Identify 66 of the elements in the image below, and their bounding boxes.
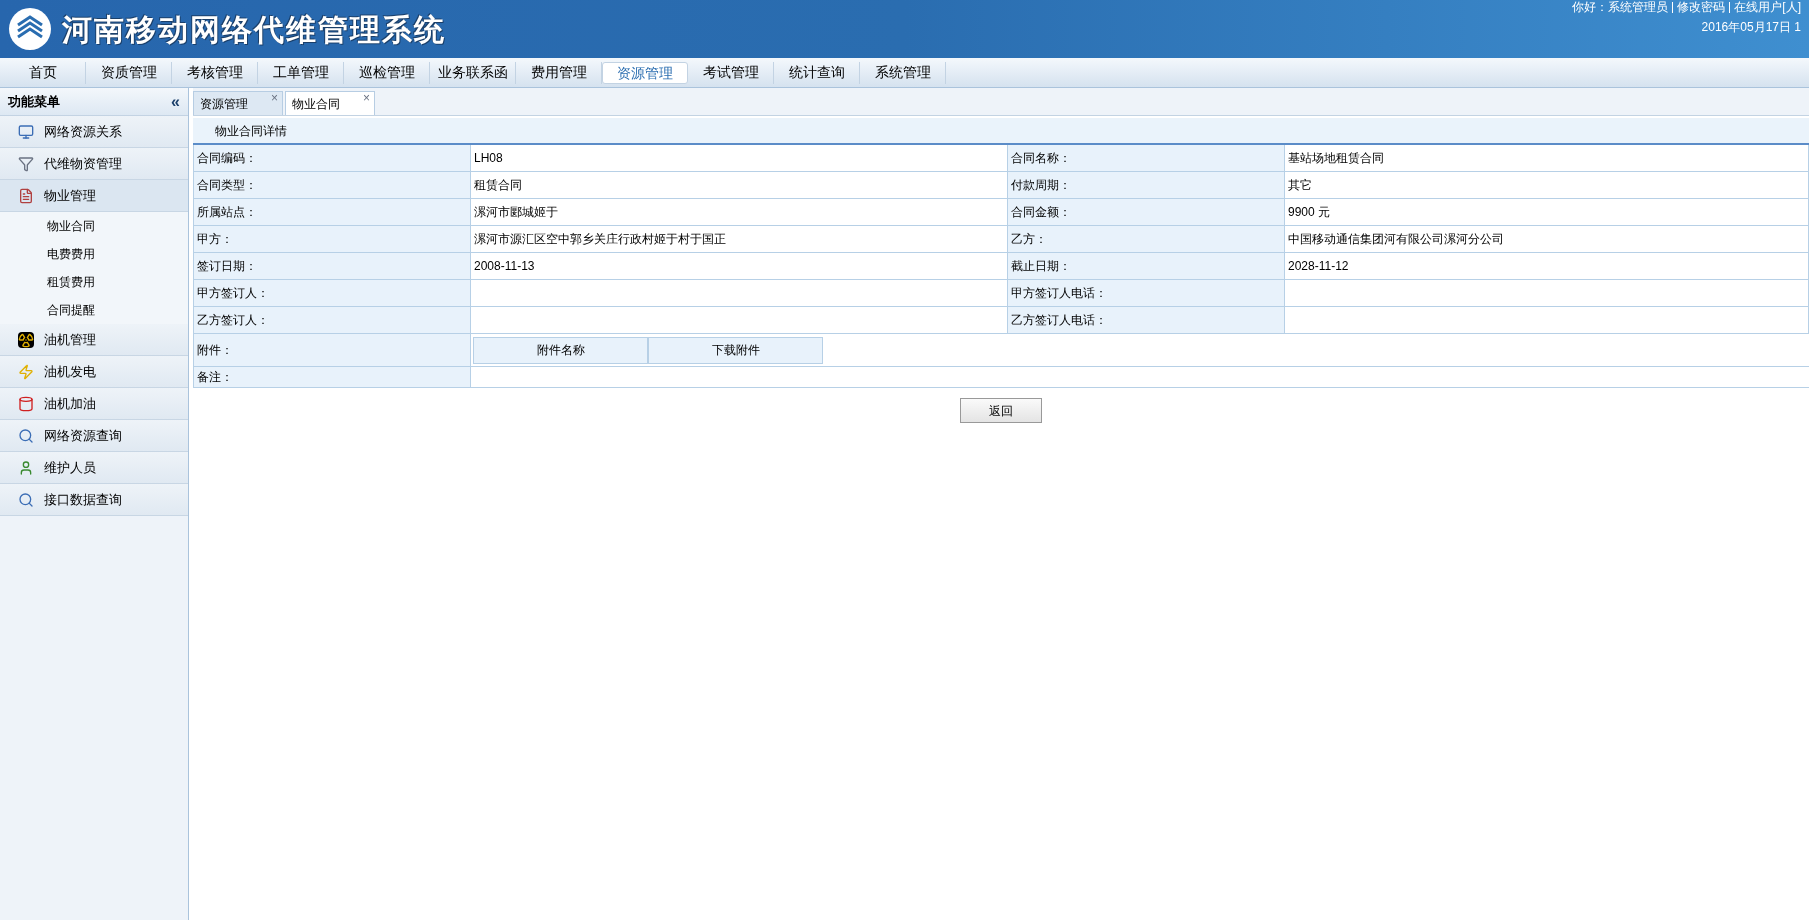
back-button[interactable]: 返回 xyxy=(960,398,1042,423)
close-icon[interactable]: × xyxy=(271,92,278,104)
lightning-icon xyxy=(18,363,34,380)
field-value: 2028-11-12 xyxy=(1285,253,1809,280)
field-label: 甲方： xyxy=(194,226,471,253)
search-icon xyxy=(18,427,34,444)
sidebar-subitem[interactable]: 租赁费用 xyxy=(0,268,188,296)
radiation-icon xyxy=(18,331,34,348)
field-label: 乙方签订人电话： xyxy=(1008,307,1285,334)
field-label: 乙方： xyxy=(1008,226,1285,253)
field-value: 9900 元 xyxy=(1285,199,1809,226)
field-value: 漯河市源汇区空中郭乡关庄行政村姬于村于国正 xyxy=(471,226,1008,253)
date-text: 2016年05月17日 1 xyxy=(1701,19,1801,36)
section-header: 物业合同详情 xyxy=(193,118,1809,145)
field-label: 合同类型： xyxy=(194,172,471,199)
nav-tab[interactable]: 系统管理 xyxy=(860,61,946,84)
field-label: 附件： xyxy=(194,334,471,367)
nav-tab[interactable]: 业务联系函 xyxy=(430,61,516,84)
sidebar-subitem[interactable]: 物业合同 xyxy=(0,212,188,240)
field-value: 租赁合同 xyxy=(471,172,1008,199)
nav-tab[interactable]: 资质管理 xyxy=(86,61,172,84)
funnel-icon xyxy=(18,155,34,172)
nav-tab[interactable]: 巡检管理 xyxy=(344,61,430,84)
field-value: 2008-11-13 xyxy=(471,253,1008,280)
field-value: 漯河市郾城姬于 xyxy=(471,199,1008,226)
barrel-icon xyxy=(18,395,34,412)
logo-icon xyxy=(8,7,52,51)
collapse-button[interactable]: « xyxy=(171,93,180,110)
page-tab[interactable]: 资源管理 × xyxy=(193,91,283,115)
field-value: 其它 xyxy=(1285,172,1809,199)
field-label: 甲方签订人电话： xyxy=(1008,280,1285,307)
nav-tab[interactable]: 考核管理 xyxy=(172,61,258,84)
sidebar-subitem[interactable]: 合同提醒 xyxy=(0,296,188,324)
column-header: 下载附件 xyxy=(648,336,823,364)
field-label: 甲方签订人： xyxy=(194,280,471,307)
field-label: 合同金额： xyxy=(1008,199,1285,226)
search-icon xyxy=(18,491,34,508)
nav-tab[interactable]: 工单管理 xyxy=(258,61,344,84)
page-tab[interactable]: 物业合同 × xyxy=(285,91,375,115)
field-label: 备注： xyxy=(194,367,471,388)
document-icon xyxy=(18,187,34,204)
field-label: 合同名称： xyxy=(1008,145,1285,172)
nav-tab[interactable]: 资源管理 xyxy=(602,61,688,84)
sidebar-subitem[interactable]: 电费费用 xyxy=(0,240,188,268)
field-label: 乙方签订人： xyxy=(194,307,471,334)
header-link[interactable]: 在线用户[人] xyxy=(1734,0,1801,14)
system-title: 河南移动网络代维管理系统 xyxy=(62,11,446,48)
nav-tab[interactable]: 统计查询 xyxy=(774,61,860,84)
field-label: 付款周期： xyxy=(1008,172,1285,199)
field-value: LH08 xyxy=(471,145,1008,172)
field-value: 中国移动通信集团河有限公司漯河分公司 xyxy=(1285,226,1809,253)
sidebar-title: 功能菜单 xyxy=(8,92,60,111)
nav-tab[interactable]: 首页 xyxy=(0,61,86,84)
field-label: 签订日期： xyxy=(194,253,471,280)
field-label: 截止日期： xyxy=(1008,253,1285,280)
person-icon xyxy=(18,459,34,476)
column-header: 附件名称 xyxy=(473,336,648,364)
monitor-icon xyxy=(18,123,34,140)
close-icon[interactable]: × xyxy=(363,92,370,104)
sidebar-item[interactable]: 物业管理 xyxy=(0,180,188,212)
field-label: 合同编码： xyxy=(194,145,471,172)
header-link[interactable]: 修改密码 xyxy=(1677,0,1726,14)
field-label: 所属站点： xyxy=(194,199,471,226)
header-link[interactable]: 你好：系统管理员 xyxy=(1572,0,1669,14)
field-value: 基站场地租赁合同 xyxy=(1285,145,1809,172)
nav-tab[interactable]: 考试管理 xyxy=(688,61,774,84)
